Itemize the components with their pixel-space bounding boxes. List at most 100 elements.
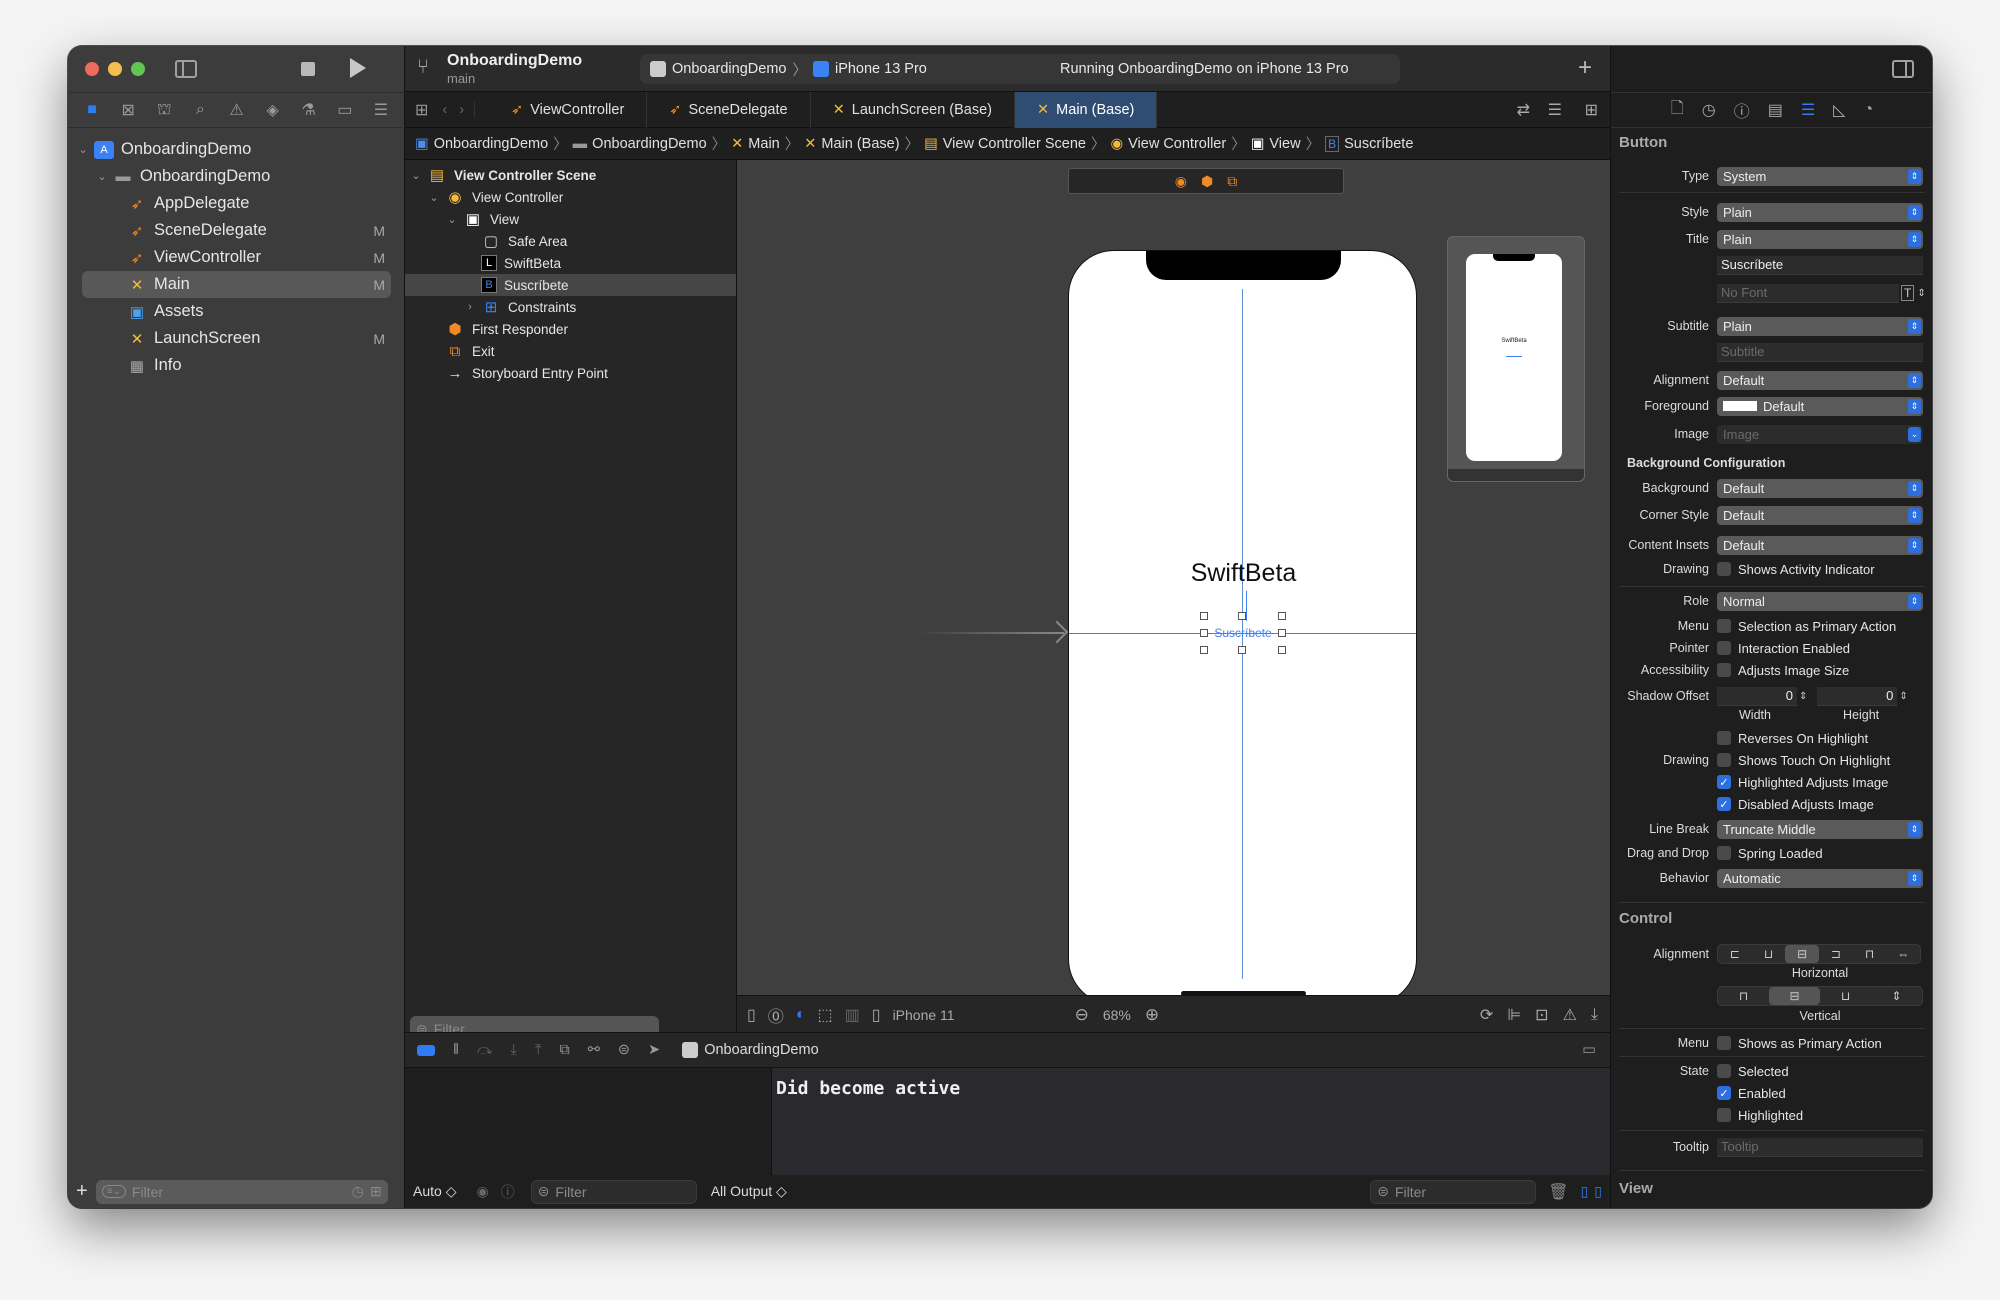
embed-icon[interactable]: ⤓ (1591, 1006, 1598, 1024)
resize-handle[interactable] (1278, 629, 1286, 637)
grid-icon[interactable]: ⊞ (405, 100, 436, 120)
alignment-popup[interactable]: Default ⇕ (1717, 370, 1923, 390)
show-console-icon[interactable]: ▯ (1594, 1183, 1602, 1200)
outline-item[interactable]: › ⊞ Constraints (405, 296, 736, 318)
navigator-filter-input[interactable]: ≡⌄ Filter ◷ ⊞ (95, 1179, 388, 1204)
title-popup[interactable]: Plain ⇕ (1717, 229, 1923, 249)
editor-options-icon[interactable]: ☰ (1548, 100, 1562, 120)
title-text-field[interactable]: Suscríbete (1717, 255, 1923, 275)
subtitle-popup[interactable]: Plain ⇕ (1717, 316, 1923, 336)
outline-toggle-icon[interactable]: ▯ (747, 1005, 756, 1025)
destination-selector[interactable]: iPhone 13 Pro (835, 61, 927, 77)
update-frames-icon[interactable]: ⟳ (1480, 1005, 1493, 1025)
accessibility-icon[interactable]: ⓪ (768, 1003, 784, 1027)
highlighted-adjusts-checkbox[interactable]: ✓ (1717, 775, 1731, 789)
chevron-down-icon[interactable]: ⌄ (76, 143, 90, 156)
recent-files-icon[interactable]: ◷ (352, 1183, 364, 1200)
iphone-scene[interactable]: SwiftBeta Suscríbete (1068, 250, 1417, 1005)
shows-touch-checkbox[interactable] (1717, 753, 1731, 767)
tree-item-project[interactable]: ⌄ A OnboardingDemo (68, 136, 405, 163)
outline-item[interactable]: ▢ Safe Area (405, 230, 736, 252)
chevron-right-icon[interactable]: › (463, 301, 477, 313)
align-icon[interactable]: ⊫ (1507, 1005, 1521, 1025)
type-popup[interactable]: System ⇕ (1717, 166, 1923, 186)
view-hierarchy-icon[interactable]: ⧉ (559, 1042, 569, 1058)
orientation-icon[interactable]: ⬚ (818, 1005, 833, 1025)
font-stepper[interactable]: ⇕ (1917, 288, 1925, 299)
jump-item[interactable]: Main (748, 136, 779, 152)
align-trailing-icon[interactable]: ⊐ (1819, 945, 1853, 963)
related-items-icon[interactable]: ⇄ (1517, 100, 1530, 120)
foreground-popup[interactable]: Default ⇕ (1717, 396, 1923, 416)
tree-item-group[interactable]: ⌄ ▬ OnboardingDemo (68, 163, 405, 190)
zoom-in-icon[interactable]: ⊕ (1145, 1005, 1159, 1025)
storyboard-canvas[interactable]: ◉ ⬢ ⧉ SwiftBeta Suscríbete SwiftBeta (737, 160, 1610, 1005)
device-selector[interactable]: iPhone 11 (893, 1007, 955, 1023)
hide-debug-area-icon[interactable]: ▭ (1582, 1042, 1596, 1058)
warning-icon[interactable]: ⚠ (224, 100, 248, 120)
resize-handle[interactable] (1278, 646, 1286, 654)
chevron-down-icon[interactable]: ⌄ (409, 169, 423, 182)
filter-options-icon[interactable]: ≡⌄ (101, 1185, 126, 1198)
first-responder-icon[interactable]: ⬢ (1201, 173, 1213, 190)
align-middle-icon[interactable]: ⊟ (1769, 987, 1820, 1005)
align-top-icon[interactable]: ⊓ (1718, 987, 1769, 1005)
stop-button[interactable] (301, 62, 315, 76)
forward-icon[interactable]: › (453, 101, 476, 118)
trash-icon[interactable]: 🗑 (1548, 1182, 1568, 1202)
appearance-icon[interactable]: ◐ (796, 1006, 806, 1024)
size-ruler-icon[interactable]: ◺ (1833, 100, 1845, 120)
shadow-height-field[interactable]: 0 (1817, 686, 1898, 706)
image-popup[interactable]: Image ⌄ (1717, 424, 1923, 444)
resize-handle[interactable] (1200, 646, 1208, 654)
tab-main-base[interactable]: ✕ Main (Base) (1015, 91, 1158, 128)
show-variables-icon[interactable]: ▯ (1581, 1183, 1589, 1200)
outline-item-selected[interactable]: B Suscríbete (405, 274, 736, 296)
subtitle-field[interactable]: Subtitle (1717, 342, 1923, 362)
align-bottom-icon[interactable]: ⊔ (1820, 987, 1871, 1005)
zoom-window-button[interactable] (131, 62, 145, 76)
shadow-width-stepper[interactable]: ⇕ (1799, 691, 1807, 702)
close-window-button[interactable] (85, 62, 99, 76)
resize-handle[interactable] (1200, 612, 1208, 620)
resize-handle[interactable] (1200, 629, 1208, 637)
file-icon[interactable]: 🗋 (1671, 97, 1684, 124)
resize-handle[interactable] (1238, 612, 1246, 620)
corner-style-popup[interactable]: Default ⇕ (1717, 505, 1923, 525)
add-constraints-icon[interactable]: ⊡ (1535, 1005, 1548, 1025)
font-field[interactable]: No Font (1717, 283, 1899, 303)
shows-primary-action-checkbox[interactable] (1717, 1036, 1731, 1050)
state-highlighted-checkbox[interactable] (1717, 1108, 1731, 1122)
pointer-interaction-checkbox[interactable] (1717, 641, 1731, 655)
debug-spray-icon[interactable]: ⚗ (297, 100, 321, 120)
chevron-down-icon[interactable]: ⌄ (427, 191, 441, 204)
breakpoint-icon[interactable]: ▭ (333, 100, 357, 120)
tree-item-file[interactable]: ▣ Assets (68, 298, 405, 325)
output-mode-selector[interactable]: All Output ◇ (711, 1183, 787, 1200)
jump-item[interactable]: View Controller Scene (943, 136, 1086, 152)
minimize-window-button[interactable] (108, 62, 122, 76)
exit-icon[interactable]: ⧉ (1227, 173, 1237, 190)
jump-item[interactable]: Suscríbete (1344, 136, 1413, 152)
report-icon[interactable]: ☰ (369, 100, 393, 120)
eye-icon[interactable]: ◉ (476, 1183, 488, 1200)
test-diamond-icon[interactable]: ◈ (261, 100, 285, 120)
variables-mode-selector[interactable]: Auto ◇ (413, 1183, 456, 1200)
state-selected-checkbox[interactable] (1717, 1064, 1731, 1078)
view-controller-icon[interactable]: ◉ (1175, 173, 1187, 190)
step-into-icon[interactable]: ⤓ (511, 1042, 517, 1058)
shows-activity-checkbox[interactable] (1717, 562, 1731, 576)
state-enabled-checkbox[interactable]: ✓ (1717, 1086, 1731, 1100)
info-icon[interactable]: ⓘ (501, 1182, 515, 1202)
search-icon[interactable]: ⌕ (188, 101, 212, 119)
label-swiftbeta[interactable]: SwiftBeta (1069, 559, 1416, 588)
outline-item[interactable]: L SwiftBeta (405, 252, 736, 274)
traits-icon[interactable]: ▥ (845, 1005, 860, 1025)
resize-handle[interactable] (1278, 612, 1286, 620)
outline-item[interactable]: → Storyboard Entry Point (405, 362, 736, 384)
environment-overrides-icon[interactable]: ⊜ (618, 1042, 630, 1058)
tree-item-file-selected[interactable]: ✕ Main M (82, 271, 391, 298)
tooltip-field[interactable]: Tooltip (1717, 1137, 1923, 1157)
tab-scenedelegate[interactable]: ➶ SceneDelegate (647, 91, 811, 128)
outline-item[interactable]: ⌄ ▣ View (405, 208, 736, 230)
